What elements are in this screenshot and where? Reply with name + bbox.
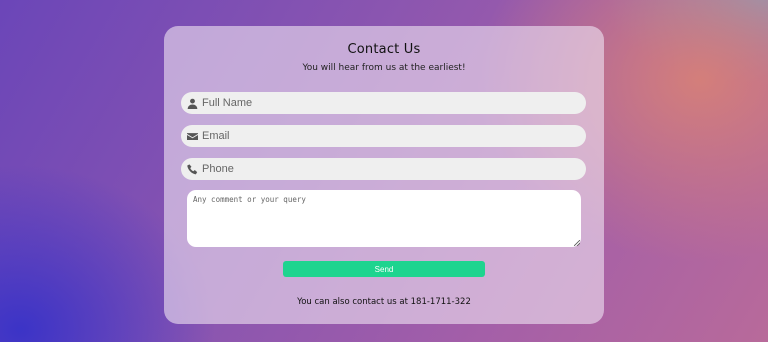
- comment-textarea[interactable]: [187, 190, 581, 247]
- full-name-field[interactable]: [181, 92, 586, 114]
- contact-footer-text: You can also contact us at 181-1711-322: [297, 297, 471, 307]
- contact-form-card: Contact Us You will hear from us at the …: [164, 26, 604, 324]
- email-field[interactable]: [181, 125, 586, 147]
- send-button[interactable]: Send: [283, 261, 485, 277]
- form-title: Contact Us: [347, 42, 421, 57]
- resize-grip-icon[interactable]: [574, 240, 580, 246]
- phone-icon: [186, 163, 198, 175]
- form-subtitle: You will hear from us at the earliest!: [302, 63, 466, 73]
- email-input[interactable]: [202, 130, 572, 142]
- envelope-icon: [186, 130, 198, 142]
- user-icon: [186, 97, 198, 109]
- full-name-input[interactable]: [202, 97, 572, 109]
- phone-input[interactable]: [202, 163, 572, 175]
- phone-field[interactable]: [181, 158, 586, 180]
